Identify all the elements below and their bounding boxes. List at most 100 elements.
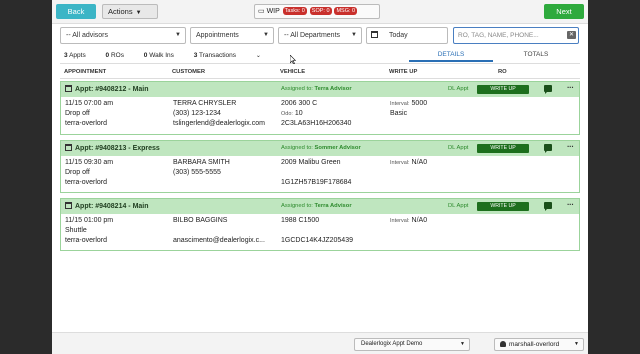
appointment-header: Appt: #9408214 - Main Assigned to: Terra… — [61, 199, 579, 214]
caret-down-icon: ▼ — [175, 32, 181, 38]
actions-label: Actions — [108, 7, 133, 16]
sop-badge: SOP: 0 — [309, 7, 332, 15]
appt-created-by: terra-overlord — [65, 237, 108, 244]
write-up-button[interactable]: WRITE UP — [477, 144, 529, 153]
customer-email: anascimento@dealerlogix.c... — [173, 237, 265, 244]
col-vehicle[interactable]: VEHICLE — [280, 69, 305, 75]
wip-status[interactable]: ▭ WIP Tasks: 0 SOP: 0 MSG: 0 — [254, 4, 380, 19]
more-options-icon[interactable]: ··· — [567, 200, 574, 209]
store-select-value: Dealerlogix Appt Demo — [361, 341, 423, 347]
calendar-icon — [65, 202, 72, 209]
appt-time: 11/15 09:30 am — [65, 159, 114, 166]
appt-time: 11/15 01:00 pm — [65, 217, 114, 224]
tab-totals[interactable]: TOTALS — [504, 51, 568, 58]
footer-bar: Dealerlogix Appt Demo ▼ marshall-overlord… — [52, 332, 588, 354]
appointment-card[interactable]: Appt: #9408212 - Main Assigned to: Terra… — [60, 81, 580, 135]
caret-down-icon: ▼ — [351, 32, 357, 38]
more-options-icon[interactable]: ··· — [567, 83, 574, 92]
dl-appt-label: DL Appt — [448, 86, 469, 92]
advisor-filter[interactable]: -- All advisors ▼ — [60, 27, 186, 44]
chat-icon[interactable] — [544, 85, 552, 94]
vehicle-name: 2009 Malibu Green — [281, 159, 341, 166]
appointment-body: 11/15 01:00 pm Shuttle terra-overlord BI… — [61, 214, 579, 250]
department-filter[interactable]: -- All Departments ▼ — [278, 27, 362, 44]
clear-icon[interactable]: ✕ — [567, 31, 576, 39]
writeup-package: Basic — [390, 110, 408, 117]
appt-time: 11/15 07:00 am — [65, 100, 114, 107]
caret-down-icon: ▼ — [135, 10, 142, 16]
chat-icon[interactable] — [544, 144, 552, 153]
count-appts: 3 Appts — [64, 52, 86, 59]
appointment-title[interactable]: Appt: #9408212 - Main — [65, 85, 149, 93]
summary-counts: 3 Appts 0 ROs 0 Walk Ins 3 Transactions … — [64, 52, 261, 59]
customer-phone: (303) 123-1234 — [173, 110, 221, 117]
user-name: marshall-overlord — [509, 341, 560, 348]
write-up-button[interactable]: WRITE UP — [477, 202, 529, 211]
customer-name[interactable]: BARBARA SMITH — [173, 158, 230, 168]
assigned-advisor: Assigned to: Terra Advisor — [281, 86, 352, 92]
appointment-title[interactable]: Appt: #9408213 - Express — [65, 144, 160, 152]
vehicle-vin: 2C3LA63H16H206340 — [281, 120, 352, 127]
col-ro[interactable]: RO — [498, 69, 507, 75]
col-customer[interactable]: CUSTOMER — [172, 69, 205, 75]
department-filter-value: -- All Departments — [284, 32, 341, 39]
count-ros: 0 ROs — [105, 52, 124, 59]
user-menu-button[interactable]: marshall-overlord ▼ — [494, 338, 584, 351]
appointment-card[interactable]: Appt: #9408214 - Main Assigned to: Terra… — [60, 198, 580, 251]
count-walkins: 0 Walk Ins — [143, 52, 174, 59]
customer-phone: (303) 555-5555 — [173, 169, 221, 176]
vehicle-vin: 1GCDC14K4JZ205439 — [281, 237, 353, 244]
caret-down-icon: ▼ — [574, 341, 579, 347]
app-window: Back Actions ▼ ▭ WIP Tasks: 0 SOP: 0 MSG:… — [52, 0, 588, 354]
store-select[interactable]: Dealerlogix Appt Demo ▼ — [354, 338, 470, 351]
back-button[interactable]: Back — [56, 4, 96, 19]
vehicle-name: 1988 C1500 — [281, 217, 320, 224]
vehicle-odo: Odo: 10 — [281, 110, 303, 117]
appointment-title[interactable]: Appt: #9408214 - Main — [65, 202, 149, 210]
customer-email: tslingerlend@dealerlogix.com — [173, 120, 265, 127]
appointment-header: Appt: #9408212 - Main Assigned to: Terra… — [61, 82, 579, 97]
tasks-badge: Tasks: 0 — [282, 7, 307, 15]
caret-down-icon: ▼ — [460, 341, 465, 347]
chat-icon[interactable] — [544, 202, 552, 211]
appointment-body: 11/15 09:30 am Drop off terra-overlord B… — [61, 156, 579, 192]
date-filter-value: Today — [388, 32, 408, 39]
appt-transport: Shuttle — [65, 227, 87, 234]
monitor-icon: ▭ — [258, 8, 265, 15]
col-writeup[interactable]: WRITE UP — [389, 69, 417, 75]
appointment-body: 11/15 07:00 am Drop off terra-overlord T… — [61, 97, 579, 133]
advisor-filter-value: -- All advisors — [66, 32, 109, 39]
customer-name[interactable]: TERRA CHRYSLER — [173, 99, 236, 109]
search-input[interactable] — [453, 27, 579, 44]
table-header: APPOINTMENT CUSTOMER VEHICLE WRITE UP RO — [60, 63, 580, 79]
dl-appt-label: DL Appt — [448, 203, 469, 209]
more-options-icon[interactable]: ··· — [567, 142, 574, 151]
wip-label: WIP — [266, 8, 280, 15]
tab-details[interactable]: DETAILS — [409, 51, 493, 62]
vehicle-vin: 1G1ZH57B19F178684 — [281, 179, 352, 186]
caret-down-icon: ▼ — [263, 32, 269, 38]
writeup-interval: Interval: N/A0 — [390, 217, 428, 224]
actions-dropdown[interactable]: Actions ▼ — [102, 4, 158, 19]
writeup-interval: Interval: 5000 — [390, 100, 428, 107]
write-up-button[interactable]: WRITE UP — [477, 85, 529, 94]
appt-transport: Drop off — [65, 110, 90, 117]
appt-created-by: terra-overlord — [65, 120, 108, 127]
next-button[interactable]: Next — [544, 4, 584, 19]
appt-transport: Drop off — [65, 169, 90, 176]
appointment-card[interactable]: Appt: #9408213 - Express Assigned to: So… — [60, 140, 580, 193]
writeup-interval: Interval: N/A0 — [390, 159, 428, 166]
msg-badge: MSG: 0 — [334, 7, 358, 15]
appointment-header: Appt: #9408213 - Express Assigned to: So… — [61, 141, 579, 156]
date-filter[interactable]: Today — [366, 27, 448, 44]
type-filter[interactable]: Appointments ▼ — [190, 27, 274, 44]
appt-created-by: terra-overlord — [65, 179, 108, 186]
mouse-cursor-icon — [290, 55, 296, 64]
assigned-advisor: Assigned to: Terra Advisor — [281, 203, 352, 209]
count-transactions: 3 Transactions — [193, 52, 236, 59]
dl-appt-label: DL Appt — [448, 145, 469, 151]
col-appointment[interactable]: APPOINTMENT — [64, 69, 106, 75]
top-toolbar: Back Actions ▼ ▭ WIP Tasks: 0 SOP: 0 MSG:… — [52, 0, 588, 24]
customer-name[interactable]: BILBO BAGGINS — [173, 216, 227, 226]
chevron-down-icon[interactable]: ⌄ — [256, 53, 261, 59]
